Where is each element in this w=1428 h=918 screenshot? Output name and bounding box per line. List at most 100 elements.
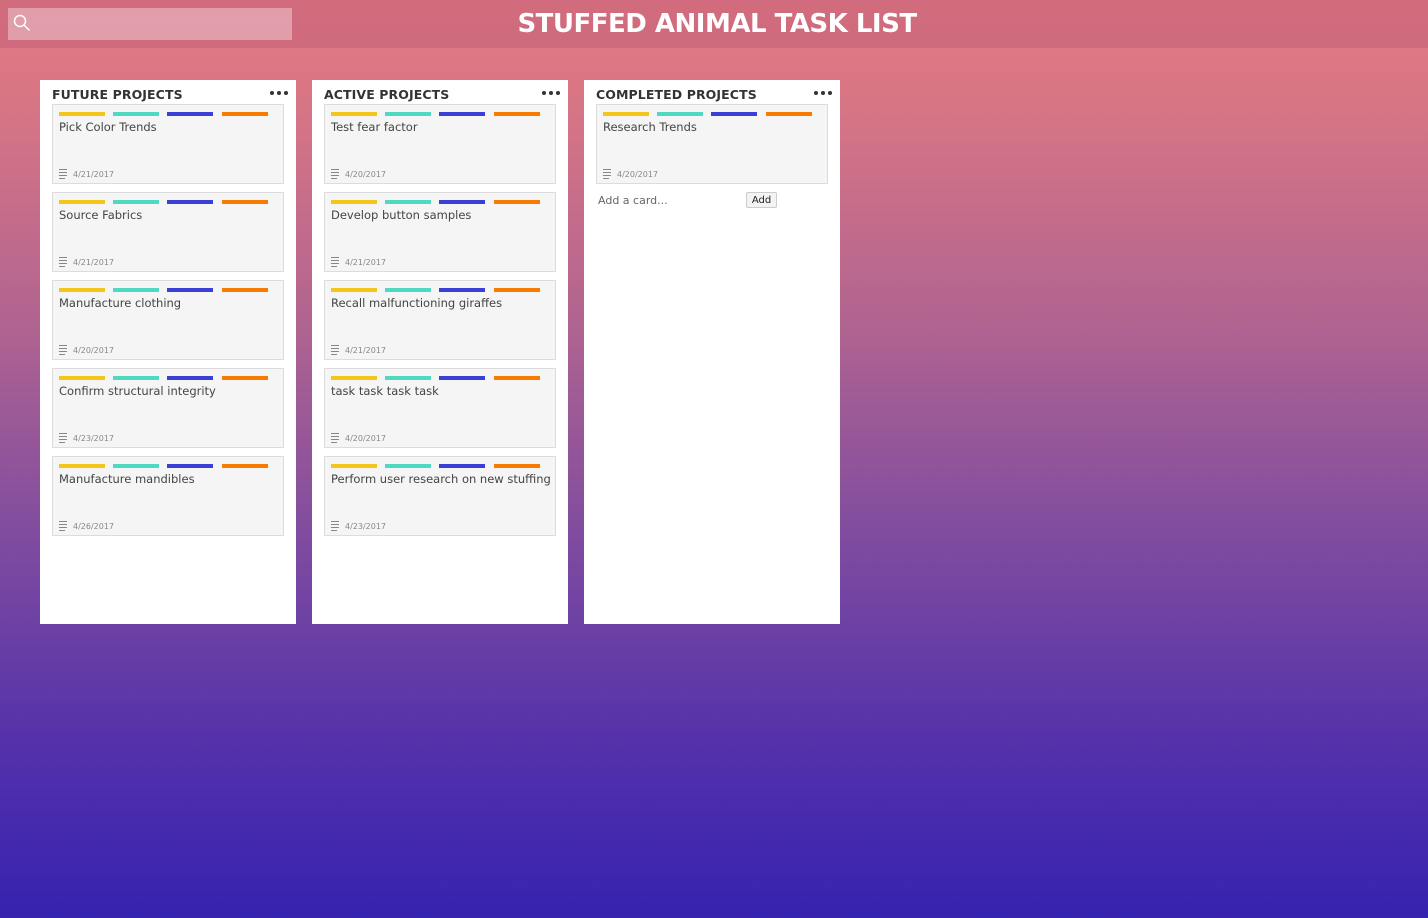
card-label <box>59 288 105 292</box>
card-label <box>331 112 377 116</box>
card-label <box>222 112 268 116</box>
card-label <box>59 464 105 468</box>
card-label <box>113 288 159 292</box>
list-header: ACTIVE PROJECTS <box>324 86 560 102</box>
list-header: FUTURE PROJECTS <box>52 86 288 102</box>
task-card[interactable]: Confirm structural integrity 4/23/2017 <box>52 368 284 448</box>
card-label <box>494 200 540 204</box>
description-icon <box>331 433 339 443</box>
description-icon <box>59 169 67 179</box>
list-completed-projects: COMPLETED PROJECTS Add Research Trends 4/… <box>584 80 840 624</box>
card-label <box>113 376 159 380</box>
add-card-input[interactable] <box>596 193 740 207</box>
card-date: 4/20/2017 <box>345 434 387 443</box>
card-label <box>385 200 431 204</box>
card-date: 4/21/2017 <box>73 170 115 179</box>
card-label <box>167 200 213 204</box>
card-label <box>439 200 485 204</box>
more-options-icon[interactable] <box>814 88 832 98</box>
card-label <box>331 376 377 380</box>
card-label <box>331 464 377 468</box>
list-title: COMPLETED PROJECTS <box>596 87 757 102</box>
card-label <box>113 200 159 204</box>
card-label <box>711 112 757 116</box>
card-date: 4/21/2017 <box>345 258 387 267</box>
card-label <box>603 112 649 116</box>
card-label <box>222 464 268 468</box>
page-title: STUFFED ANIMAL TASK LIST <box>517 9 917 39</box>
description-icon <box>331 521 339 531</box>
card-date: 4/26/2017 <box>73 522 115 531</box>
card-title: Test fear factor <box>331 120 418 134</box>
card-label <box>439 376 485 380</box>
description-icon <box>59 433 67 443</box>
description-icon <box>603 169 611 179</box>
task-card[interactable]: Pick Color Trends 4/21/2017 <box>52 104 284 184</box>
list-title: ACTIVE PROJECTS <box>324 87 450 102</box>
task-card[interactable]: Manufacture clothing 4/20/2017 <box>52 280 284 360</box>
card-title: Develop button samples <box>331 208 472 222</box>
card-date: 4/23/2017 <box>73 434 115 443</box>
card-label <box>385 464 431 468</box>
task-card[interactable]: Develop button samples 4/21/2017 <box>324 192 556 272</box>
task-card[interactable]: Recall malfunctioning giraffes 4/21/2017 <box>324 280 556 360</box>
card-label <box>385 288 431 292</box>
task-card[interactable]: task task task task 4/20/2017 <box>324 368 556 448</box>
task-card[interactable]: Manufacture mandibles 4/26/2017 <box>52 456 284 536</box>
list-title: FUTURE PROJECTS <box>52 87 183 102</box>
card-label <box>222 200 268 204</box>
card-date: 4/20/2017 <box>617 170 659 179</box>
task-card[interactable]: Perform user research on new stuffing 4/2… <box>324 456 556 536</box>
description-icon <box>331 257 339 267</box>
card-label <box>113 464 159 468</box>
card-title: Pick Color Trends <box>59 120 157 134</box>
card-label <box>439 288 485 292</box>
card-date: 4/21/2017 <box>73 258 115 267</box>
more-options-icon[interactable] <box>270 88 288 98</box>
card-label <box>439 464 485 468</box>
list-header: COMPLETED PROJECTS <box>596 86 832 102</box>
card-label <box>494 112 540 116</box>
top-bar: STUFFED ANIMAL TASK LIST <box>0 0 1428 48</box>
card-title: Confirm structural integrity <box>59 384 216 398</box>
description-icon <box>59 345 67 355</box>
card-label <box>385 112 431 116</box>
card-label <box>494 288 540 292</box>
card-title: task task task task <box>331 384 439 398</box>
card-label <box>439 112 485 116</box>
card-title: Manufacture clothing <box>59 296 182 310</box>
description-icon <box>331 169 339 179</box>
list-future-projects: FUTURE PROJECTS Pick Color Trends 4/21/20… <box>40 80 296 624</box>
card-label <box>167 464 213 468</box>
card-label <box>331 200 377 204</box>
list-active-projects: ACTIVE PROJECTS Test fear factor 4/20/201… <box>312 80 568 624</box>
description-icon <box>59 257 67 267</box>
card-title: Perform user research on new stuffing <box>331 472 551 486</box>
description-icon <box>59 521 67 531</box>
card-title: Manufacture mandibles <box>59 472 195 486</box>
task-card[interactable]: Source Fabrics 4/21/2017 <box>52 192 284 272</box>
card-date: 4/21/2017 <box>345 346 387 355</box>
card-label <box>331 288 377 292</box>
card-label <box>59 112 105 116</box>
card-label <box>494 376 540 380</box>
card-date: 4/20/2017 <box>345 170 387 179</box>
card-label <box>766 112 812 116</box>
card-label <box>59 376 105 380</box>
card-label <box>222 288 268 292</box>
card-date: 4/20/2017 <box>73 346 115 355</box>
description-icon <box>331 345 339 355</box>
task-card[interactable]: Research Trends 4/20/2017 <box>596 104 828 184</box>
card-label <box>494 464 540 468</box>
card-title: Recall malfunctioning giraffes <box>331 296 503 310</box>
card-label <box>167 376 213 380</box>
card-title: Research Trends <box>603 120 697 134</box>
card-date: 4/23/2017 <box>345 522 387 531</box>
card-label <box>222 376 268 380</box>
card-label <box>657 112 703 116</box>
card-label <box>167 112 213 116</box>
more-options-icon[interactable] <box>542 88 560 98</box>
card-label <box>167 288 213 292</box>
add-card-button[interactable]: Add <box>746 192 777 208</box>
task-card[interactable]: Test fear factor 4/20/2017 <box>324 104 556 184</box>
